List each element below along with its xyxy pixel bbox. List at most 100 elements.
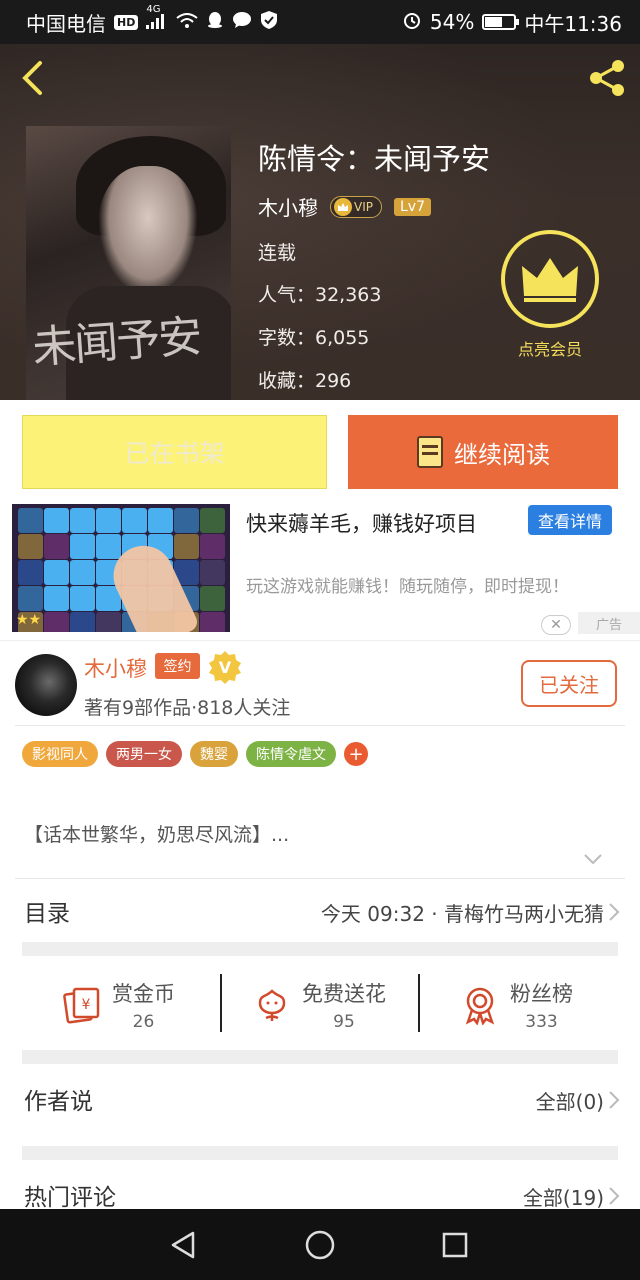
signed-badge: 签约: [155, 653, 200, 679]
stat-value: 26: [132, 1012, 155, 1032]
back-arrow-icon: [22, 61, 42, 95]
chevron-right-icon: [609, 1091, 620, 1109]
favorites-count: 收藏：296: [258, 370, 352, 392]
chevron-right-icon: [609, 903, 620, 921]
book-intro[interactable]: 【话本世繁华，奶思尽风流】...: [24, 820, 289, 847]
action-bar: 已在书架 继续阅读: [0, 400, 640, 500]
network-type: 4G: [146, 3, 161, 15]
vip-crown-icon: [334, 197, 352, 216]
puzzle-tile: [18, 508, 43, 533]
ad-banner[interactable]: ★★ 快来薅羊毛，赚钱好项目 查看详情 玩这游戏就能赚钱！随玩随停，即时提现！ …: [0, 500, 640, 640]
stats-bar: ¥ 赏金币 26 免费送花 95 粉丝榜 333: [0, 958, 640, 1050]
author-says-title: 作者说: [24, 1089, 93, 1115]
ad-close-icon[interactable]: ✕: [541, 615, 571, 635]
wifi-icon: [176, 10, 198, 34]
level-badge: Lv7: [393, 197, 431, 216]
ad-title[interactable]: 快来薅羊毛，赚钱好项目: [246, 508, 477, 538]
message-icon: [232, 10, 252, 34]
book-icon: [417, 436, 443, 468]
stat-label: 赏金币: [112, 982, 175, 1006]
nav-home-button[interactable]: [302, 1227, 338, 1263]
vip-member-button[interactable]: 点亮会员: [500, 230, 600, 360]
flower-icon: [258, 989, 286, 1021]
avatar[interactable]: [15, 654, 77, 716]
back-button[interactable]: [12, 56, 52, 100]
battery-icon: [482, 14, 520, 30]
on-shelf-button[interactable]: 已在书架: [22, 415, 327, 489]
puzzle-tile: [18, 534, 43, 559]
verified-v-icon: V: [208, 650, 242, 684]
author-card: 木小穆 签约 V 著有9部作品·818人关注 已关注: [0, 640, 640, 726]
free-flower-button[interactable]: 免费送花 95: [252, 970, 386, 1040]
medal-icon: [465, 987, 495, 1025]
puzzle-tile: [70, 534, 95, 559]
status-bar: 中国电信 HD 4G 54% 中午11:36: [0, 0, 640, 44]
tag-item[interactable]: 影视同人: [22, 741, 98, 767]
puzzle-tile: [96, 612, 121, 632]
ad-game-logo: ★★: [16, 612, 42, 628]
section-gap: [22, 1146, 618, 1160]
puzzle-tile: [200, 508, 225, 533]
author-says-row[interactable]: 作者说 全部(0): [0, 1068, 640, 1130]
hot-comments-all: 全部(19): [522, 1186, 604, 1210]
svg-text:¥: ¥: [82, 997, 91, 1013]
author-says-all: 全部(0): [535, 1090, 604, 1114]
divider: [15, 725, 625, 726]
reward-coin-icon: ¥: [63, 987, 100, 1024]
chevron-down-icon[interactable]: [583, 852, 603, 866]
tag-item[interactable]: 魏婴: [190, 741, 238, 767]
hd-icon: HD: [114, 14, 139, 30]
verified-v-label: V: [219, 658, 232, 677]
share-icon: [590, 60, 624, 96]
ad-image[interactable]: ★★: [12, 504, 230, 632]
stat-label: 免费送花: [302, 982, 386, 1006]
vip-badge: VIP: [330, 195, 382, 218]
puzzle-tile: [44, 612, 69, 632]
chevron-right-icon: [609, 1187, 620, 1205]
popularity: 人气：32,363: [258, 284, 382, 306]
book-cover[interactable]: 未闻予安: [26, 126, 231, 400]
puzzle-tile: [200, 560, 225, 585]
battery-percent: 54%: [429, 10, 475, 34]
tag-item[interactable]: 两男一女: [106, 741, 182, 767]
tag-item[interactable]: 陈情令虐文: [246, 741, 336, 767]
author-name[interactable]: 木小穆: [258, 192, 318, 221]
puzzle-tile: [200, 612, 225, 632]
shield-icon: [260, 10, 278, 35]
share-button[interactable]: [584, 56, 630, 100]
author-row: 木小穆 VIP Lv7: [258, 192, 431, 221]
reward-coin-button[interactable]: ¥ 赏金币 26: [62, 970, 175, 1040]
add-tag-button[interactable]: +: [344, 742, 368, 766]
hot-comments-title: 热门评论: [24, 1185, 116, 1211]
tag-list: 影视同人 两男一女 魏婴 陈情令虐文 +: [22, 741, 368, 767]
puzzle-tile: [148, 508, 173, 533]
puzzle-tile: [96, 534, 121, 559]
catalog-row[interactable]: 目录 今天 09:32 · 青梅竹马两小无猜: [0, 880, 640, 942]
puzzle-tile: [70, 586, 95, 611]
alarm-icon: [402, 10, 422, 35]
book-status: 连载: [258, 242, 297, 264]
puzzle-tile: [70, 508, 95, 533]
nav-recents-button[interactable]: [437, 1227, 473, 1263]
stat-value: 333: [525, 1012, 558, 1032]
vip-member-label: 点亮会员: [517, 340, 582, 359]
vip-label: VIP: [354, 199, 373, 214]
puzzle-tile: [18, 560, 43, 585]
ad-detail-button[interactable]: 查看详情: [528, 505, 612, 535]
section-gap: [22, 1050, 618, 1064]
continue-reading-button[interactable]: 继续阅读: [348, 415, 618, 489]
nav-back-button[interactable]: [165, 1227, 201, 1263]
puzzle-tile: [174, 508, 199, 533]
stat-label: 粉丝榜: [510, 982, 573, 1006]
puzzle-tile: [200, 534, 225, 559]
puzzle-tile: [44, 508, 69, 533]
fan-rank-button[interactable]: 粉丝榜 333: [460, 970, 573, 1040]
signal-icon: 4G: [146, 4, 168, 32]
divider: [15, 878, 625, 879]
system-nav-bar: [0, 1209, 640, 1280]
word-count: 字数：6,055: [258, 327, 370, 349]
follow-button[interactable]: 已关注: [521, 660, 617, 707]
cover-title: 未闻予安: [30, 311, 202, 374]
author-card-name[interactable]: 木小穆: [84, 653, 147, 683]
puzzle-tile: [70, 560, 95, 585]
